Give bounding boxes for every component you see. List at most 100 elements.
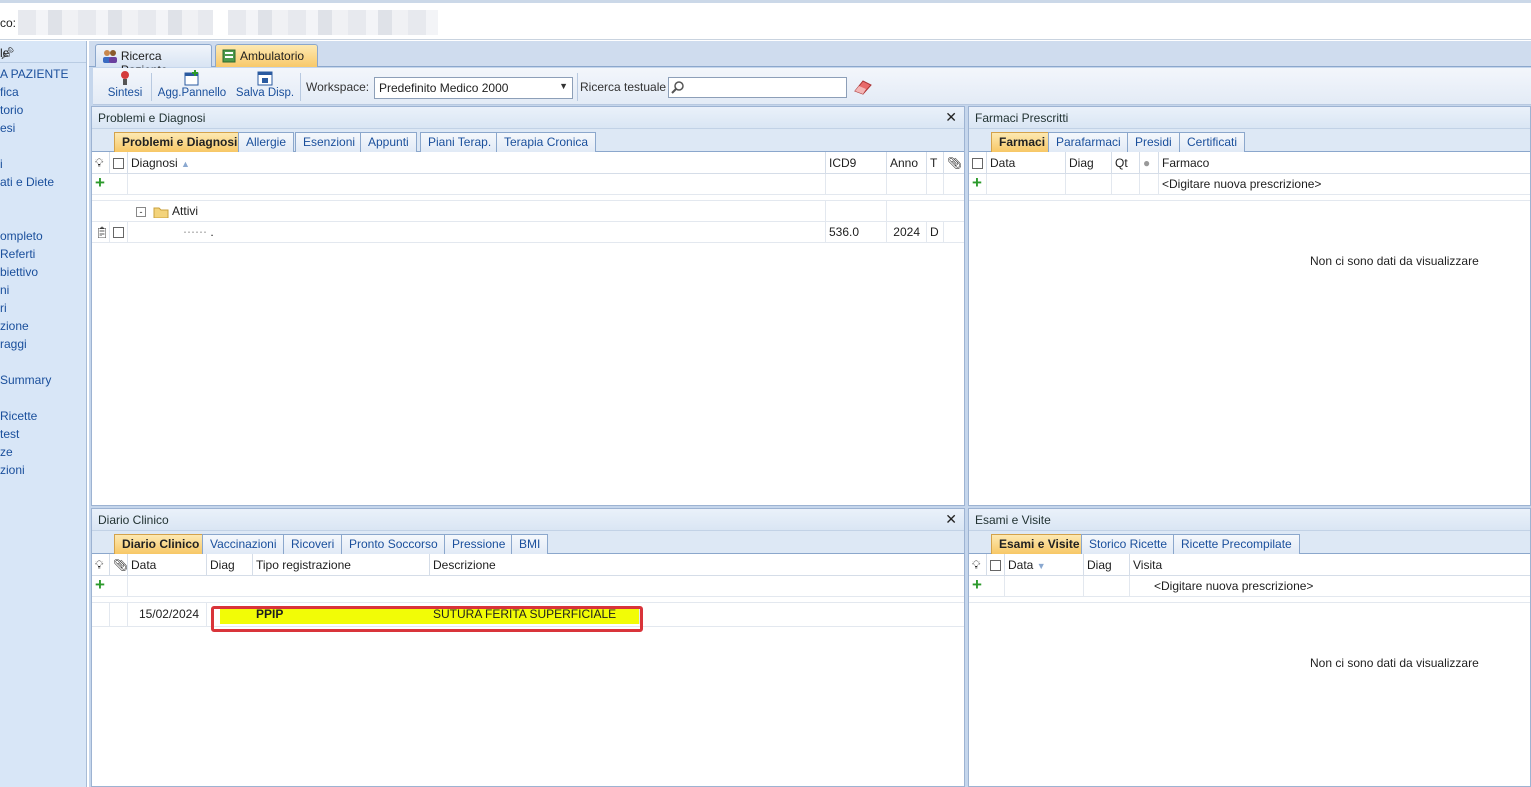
- sidebar-item[interactable]: biettivo: [0, 263, 68, 281]
- agg-pannello-button[interactable]: Agg.Pannello: [157, 70, 227, 99]
- eraser-icon[interactable]: [853, 79, 873, 95]
- row-checkbox[interactable]: [113, 227, 124, 239]
- tab-esami-visite[interactable]: Esami e Visite: [991, 534, 1088, 554]
- col-data[interactable]: Data: [128, 554, 207, 576]
- salva-disp-button[interactable]: Salva Disp.: [235, 70, 295, 99]
- sidebar-item[interactable]: A PAZIENTE: [0, 65, 68, 83]
- col-descrizione[interactable]: Descrizione: [430, 554, 964, 576]
- add-icon[interactable]: +: [95, 174, 105, 192]
- col-qt[interactable]: Qt: [1112, 152, 1140, 174]
- new-visit-row[interactable]: + <Digitare nuova prescrizione>: [969, 576, 1530, 597]
- search-input[interactable]: [668, 77, 847, 98]
- tab-certificati[interactable]: Certificati: [1179, 132, 1246, 152]
- add-cell: +: [92, 174, 128, 194]
- problemi-grid-header: 💡︎ Diagnosi ▲ ICD9 Anno T 📎︎: [92, 152, 964, 174]
- tab-farmaci[interactable]: Farmaci: [991, 132, 1054, 152]
- main-tabs: Ricerca Paziente Ambulatorio: [89, 41, 1531, 77]
- problemi-title: Problemi e Diagnosi ✕: [92, 107, 964, 129]
- diario-grid-header: 💡︎ 📎︎ Data Diag Tipo registrazione Descr…: [92, 554, 964, 576]
- new-prescription-row[interactable]: + <Digitare nuova prescrizione>: [969, 174, 1530, 195]
- pin-icon[interactable]: 📌︎: [0, 46, 78, 60]
- tab-piani-terap[interactable]: Piani Terap.: [420, 132, 500, 152]
- group-row-attivi[interactable]: - Attivi: [92, 201, 964, 222]
- sidebar-item[interactable]: torio: [0, 101, 68, 119]
- sidebar-item[interactable]: zione: [0, 317, 68, 335]
- sidebar-item[interactable]: Referti: [0, 245, 68, 263]
- sidebar-item[interactable]: i: [0, 155, 68, 173]
- empty-message: Non ci sono dati da visualizzare: [1310, 656, 1479, 670]
- sidebar-item[interactable]: fica: [0, 83, 68, 101]
- cell-anno: 2024: [887, 222, 927, 242]
- esami-panel: Esami e Visite Esami e Visite Storico Ri…: [968, 508, 1531, 787]
- col-visita[interactable]: Visita: [1130, 554, 1531, 576]
- col-anno[interactable]: Anno: [887, 152, 927, 174]
- tree-line: ⋯⋯: [183, 225, 211, 239]
- cell: [92, 603, 110, 626]
- col-icd9[interactable]: ICD9: [826, 152, 887, 174]
- add-icon[interactable]: +: [972, 174, 982, 192]
- sidebar-item[interactable]: ze: [0, 443, 68, 461]
- tab-appunti[interactable]: Appunti: [360, 132, 417, 152]
- col-label: Data: [1008, 558, 1034, 572]
- tab-allergie[interactable]: Allergie: [238, 132, 295, 152]
- cell: [927, 174, 944, 194]
- col-diag[interactable]: Diag: [1084, 554, 1130, 576]
- col-tipo-registrazione[interactable]: Tipo registrazione: [253, 554, 430, 576]
- tab-terapia-cronica[interactable]: Terapia Cronica: [496, 132, 597, 152]
- sidebar-item[interactable]: ati e Diete: [0, 173, 68, 191]
- sidebar-item[interactable]: zioni: [0, 461, 68, 479]
- tab-ambulatorio[interactable]: Ambulatorio: [215, 44, 318, 67]
- close-icon[interactable]: ✕: [945, 511, 957, 528]
- tab-storico-ricette[interactable]: Storico Ricette: [1081, 534, 1176, 554]
- tab-ricette-precompilate[interactable]: Ricette Precompilate: [1173, 534, 1300, 554]
- col-farmaco[interactable]: Farmaco: [1159, 152, 1531, 174]
- workspace-label: Workspace:: [306, 80, 370, 94]
- tab-vaccinazioni[interactable]: Vaccinazioni: [202, 534, 285, 554]
- sidebar-item[interactable]: Ricette: [0, 407, 68, 425]
- col-data[interactable]: Data ▼: [1005, 554, 1084, 576]
- sintesi-button[interactable]: Sintesi: [103, 70, 147, 99]
- new-row[interactable]: +: [92, 174, 964, 195]
- tab-presidi[interactable]: Presidi: [1127, 132, 1180, 152]
- sidebar-item[interactable]: ni: [0, 281, 68, 299]
- workspace-select[interactable]: Predefinito Medico 2000 ▼: [374, 77, 573, 99]
- close-icon[interactable]: ✕: [945, 109, 957, 126]
- folder-icon: [153, 207, 169, 219]
- sidebar-item[interactable]: ompleto: [0, 227, 68, 245]
- tab-parafarmaci[interactable]: Parafarmaci: [1048, 132, 1129, 152]
- tab-ricerca-paziente[interactable]: Ricerca Paziente: [95, 44, 212, 77]
- tab-diario-clinico[interactable]: Diario Clinico: [114, 534, 208, 554]
- cell-t: D: [927, 222, 944, 242]
- sidebar-item[interactable]: test: [0, 425, 68, 443]
- sidebar-item[interactable]: raggi: [0, 335, 68, 353]
- tab-problemi-diagnosi[interactable]: Problemi e Diagnosi: [114, 132, 246, 152]
- col-t[interactable]: T: [927, 152, 944, 174]
- problemi-tabs: Problemi e Diagnosi Allergie Esenzioni A…: [92, 129, 964, 152]
- new-visit-placeholder[interactable]: <Digitare nuova prescrizione>: [1130, 576, 1531, 596]
- tab-esenzioni[interactable]: Esenzioni: [295, 132, 364, 152]
- sidebar-item[interactable]: esi: [0, 119, 68, 137]
- collapse-icon[interactable]: -: [136, 207, 146, 217]
- tab-pronto-soccorso[interactable]: Pronto Soccorso: [341, 534, 446, 554]
- highlight-outline: [211, 606, 643, 632]
- col-diagnosi[interactable]: Diagnosi ▲: [128, 152, 826, 174]
- patients-icon: [103, 50, 117, 63]
- add-icon[interactable]: +: [972, 576, 982, 594]
- sidebar-header: le 📌︎: [0, 41, 86, 63]
- col-diag[interactable]: Diag: [207, 554, 253, 576]
- save-layout-icon: [257, 71, 273, 86]
- col-diag[interactable]: Diag: [1066, 152, 1112, 174]
- group-label: Attivi: [172, 204, 199, 218]
- farmaci-grid-header: Data Diag Qt ● Farmaco: [969, 152, 1530, 174]
- add-icon[interactable]: +: [95, 576, 105, 594]
- new-entry-row[interactable]: +: [92, 576, 964, 597]
- cell: [987, 174, 1066, 194]
- tab-bmi[interactable]: BMI: [511, 534, 549, 554]
- sidebar-item[interactable]: Summary: [0, 371, 68, 389]
- sidebar-item[interactable]: ri: [0, 299, 68, 317]
- tab-pressione[interactable]: Pressione: [444, 534, 514, 554]
- diagnosi-row[interactable]: 📋︎ ⋯⋯ . 536.0 2024 D: [92, 222, 964, 243]
- new-prescription-placeholder[interactable]: <Digitare nuova prescrizione>: [1159, 174, 1531, 194]
- tab-ricoveri[interactable]: Ricoveri: [283, 534, 343, 554]
- col-data[interactable]: Data: [987, 152, 1066, 174]
